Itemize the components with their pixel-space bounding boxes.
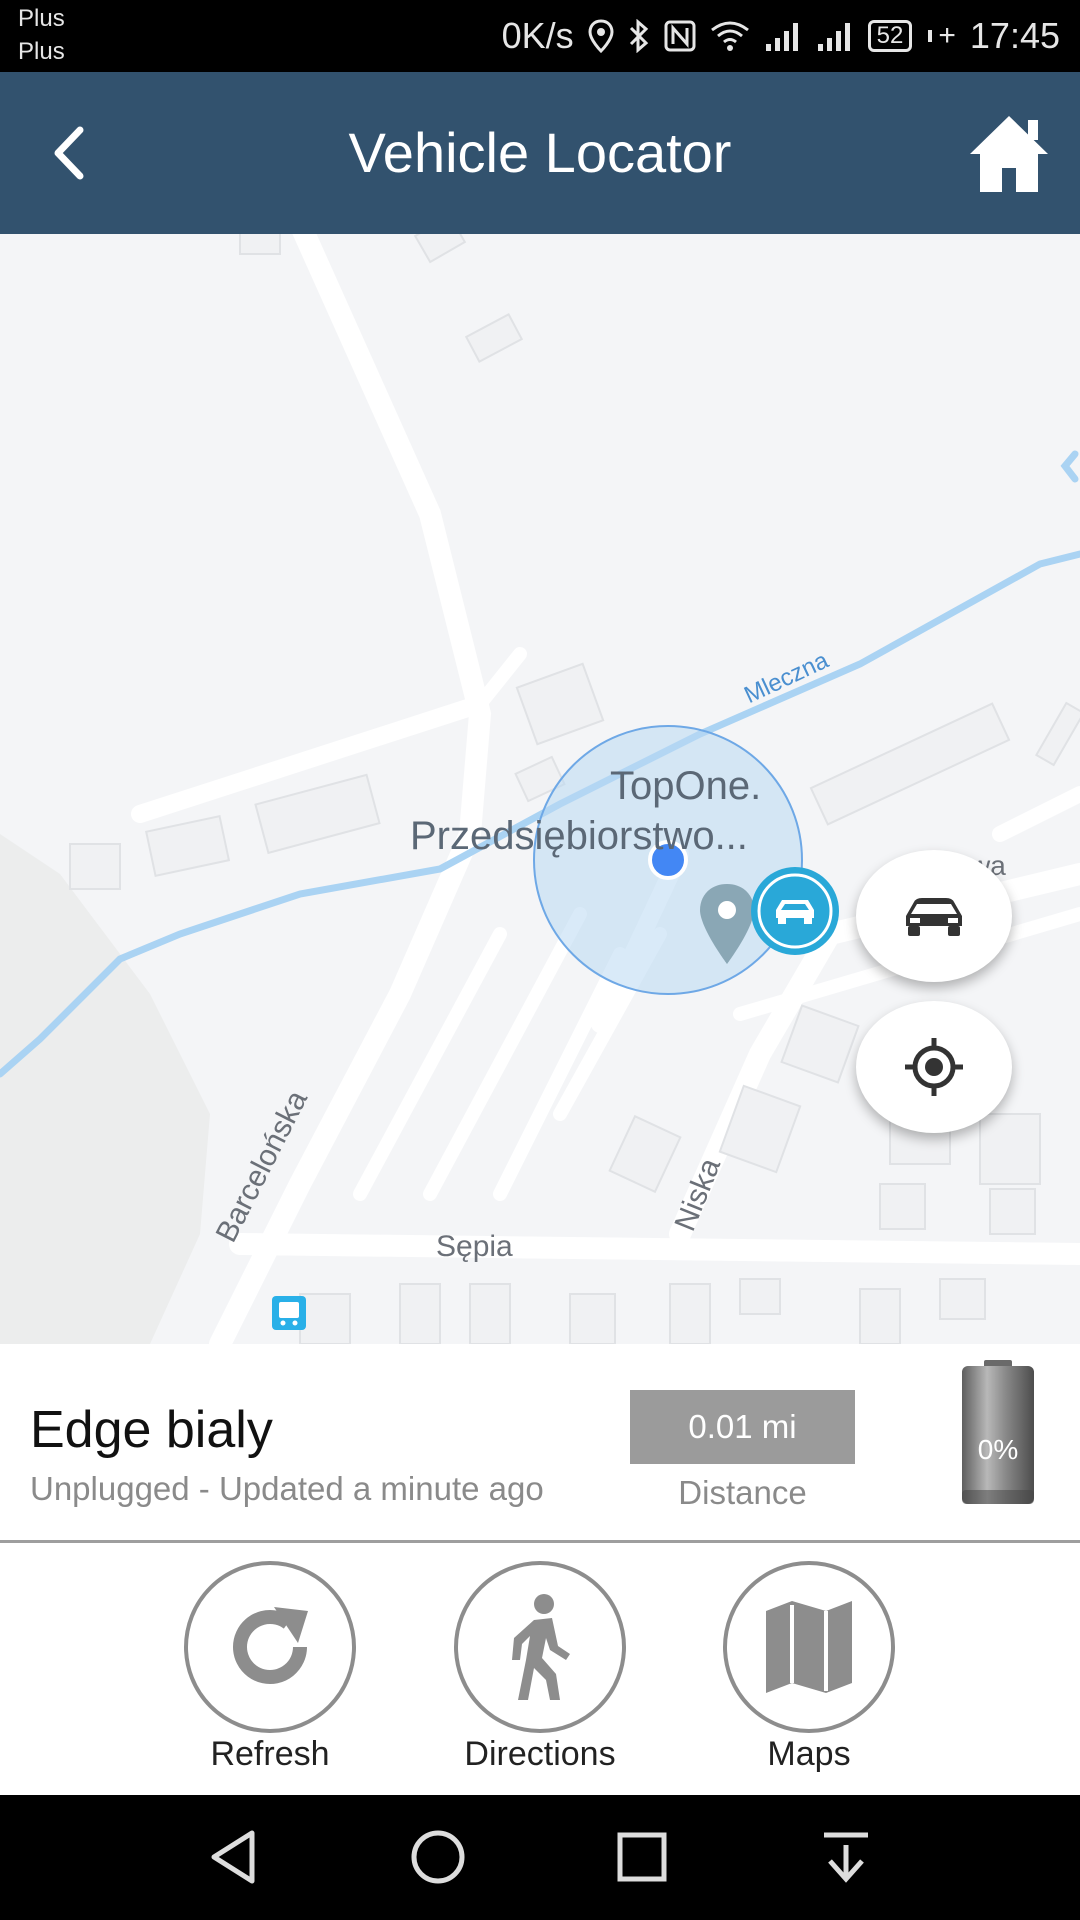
- map-view[interactable]: Mleczna Barcelońska Sępia Niska wa TopOn…: [0, 234, 1080, 1344]
- action-bar: Refresh Directions Maps: [0, 1543, 1080, 1795]
- poi-label-line-1: TopOne.: [610, 764, 762, 808]
- maps-button[interactable]: Maps: [709, 1561, 909, 1774]
- center-vehicle-button[interactable]: [856, 850, 1012, 982]
- vehicle-info-panel: Edge bialy Unplugged - Updated a minute …: [0, 1344, 1080, 1543]
- poi-label-line-2: Przedsiębiorstwo...: [410, 814, 748, 858]
- page-title: Vehicle Locator: [348, 121, 732, 184]
- directions-button[interactable]: Directions: [440, 1561, 640, 1774]
- map-icon: [766, 1601, 852, 1693]
- clock: 17:45: [969, 15, 1060, 56]
- status-icons: 0K/s 52 + 17:45: [502, 0, 1060, 72]
- my-location-button[interactable]: [856, 1001, 1012, 1133]
- app-header: Vehicle Locator: [0, 72, 1080, 234]
- carrier-name: Plus: [18, 5, 65, 32]
- walking-icon: [512, 1594, 570, 1700]
- net-speed: 0K/s: [501, 15, 574, 56]
- directions-button-circle[interactable]: [454, 1561, 626, 1733]
- crosshair-icon: [905, 1038, 963, 1096]
- nav-back-icon[interactable]: [204, 1827, 264, 1887]
- refresh-icon: [233, 1607, 308, 1684]
- battery-indicator: 52: [867, 20, 913, 52]
- system-nav-bar: [0, 1795, 1080, 1920]
- home-button[interactable]: [966, 112, 1052, 194]
- map-tiles: [0, 234, 1080, 1344]
- battery-nub: [928, 30, 933, 42]
- distance-label: Distance: [678, 1474, 807, 1511]
- vehicle-name: Edge bialy: [30, 1401, 273, 1459]
- car-icon: [906, 898, 962, 936]
- vehicle-locator-screen: Plus Plus 0K/s 52 + 17:45 Vehicle Locato…: [0, 0, 1080, 1920]
- nfc-icon: [664, 20, 696, 52]
- refresh-button-circle[interactable]: [184, 1561, 356, 1733]
- bluetooth-icon: [629, 19, 648, 53]
- status-bar: Plus Plus 0K/s 52 + 17:45: [0, 0, 1080, 72]
- back-arrow-icon: [54, 126, 84, 180]
- battery-percent: 0%: [977, 1434, 1019, 1465]
- nav-recents-icon[interactable]: [612, 1827, 672, 1887]
- location-icon: [588, 19, 614, 53]
- maps-button-circle[interactable]: [723, 1561, 895, 1733]
- refresh-label: Refresh: [210, 1735, 330, 1773]
- home-icon: [970, 116, 1048, 192]
- nav-notifications-icon[interactable]: [816, 1827, 876, 1887]
- charging-icon: +: [938, 19, 956, 52]
- refresh-button[interactable]: Refresh: [170, 1561, 370, 1774]
- nav-home-icon[interactable]: [408, 1827, 468, 1887]
- distance-value: 0.01 mi: [630, 1390, 855, 1464]
- vehicle-status: Unplugged - Updated a minute ago: [30, 1470, 544, 1507]
- battery-level-text: 52: [876, 22, 904, 49]
- vehicle-marker-icon[interactable]: [748, 864, 842, 958]
- vehicle-battery-icon: [962, 1360, 1034, 1504]
- signal-icon: [765, 23, 798, 51]
- back-button[interactable]: [38, 116, 108, 190]
- maps-label: Maps: [767, 1735, 851, 1773]
- wifi-icon: [710, 21, 749, 51]
- directions-label: Directions: [464, 1735, 616, 1773]
- signal-icon: [817, 23, 850, 51]
- street-label: Sępia: [436, 1230, 513, 1263]
- carrier-name: Plus: [18, 38, 65, 65]
